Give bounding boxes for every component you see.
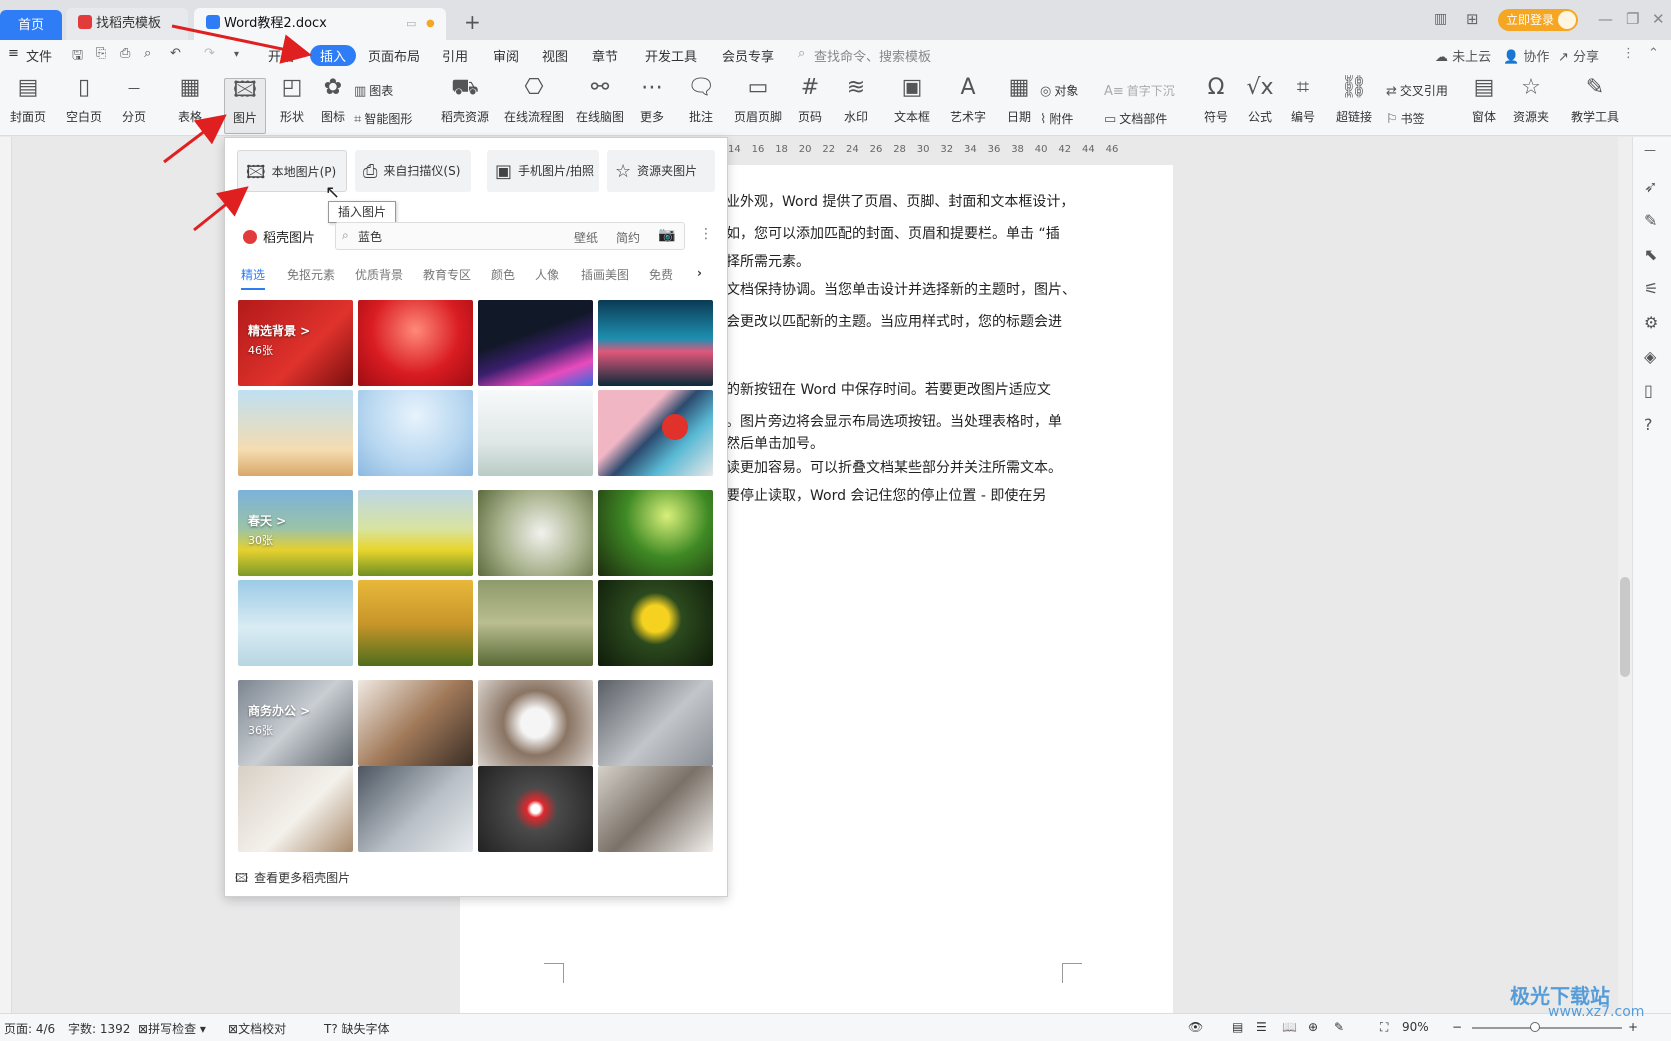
annotation-arrow-local-picture <box>193 186 249 232</box>
annotation-arrow-insert-tab <box>171 24 312 64</box>
annotation-arrow-picture-button <box>163 114 227 164</box>
annotation-arrows <box>163 24 312 232</box>
site-watermark-url: www.xz7.com <box>1548 1004 1645 1020</box>
